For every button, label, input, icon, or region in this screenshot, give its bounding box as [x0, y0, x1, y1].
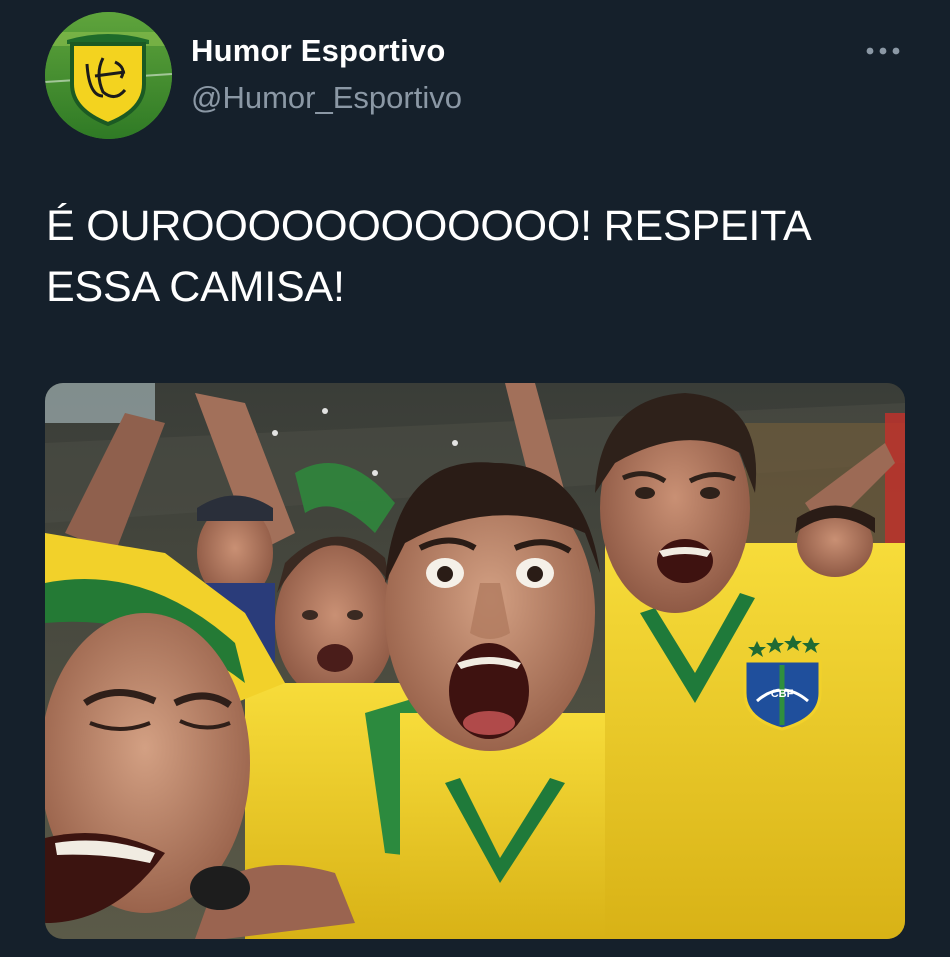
author-handle[interactable]: @Humor_Esportivo [191, 80, 462, 116]
more-horizontal-icon [866, 47, 900, 55]
author-avatar[interactable] [45, 12, 172, 139]
fans-celebrating-photo: CBF [45, 383, 905, 939]
avatar-logo-icon [45, 12, 172, 139]
svg-text:CBF: CBF [771, 688, 794, 700]
more-options-button[interactable] [858, 34, 908, 68]
tweet-card[interactable]: Humor Esportivo @Humor_Esportivo É OUROO… [0, 0, 950, 957]
author-display-name[interactable]: Humor Esportivo [191, 33, 445, 69]
tweet-photo[interactable]: CBF [45, 383, 905, 939]
tweet-text: É OUROOOOOOOOOOOO! RESPEITA ESSA CAMISA! [46, 202, 810, 311]
